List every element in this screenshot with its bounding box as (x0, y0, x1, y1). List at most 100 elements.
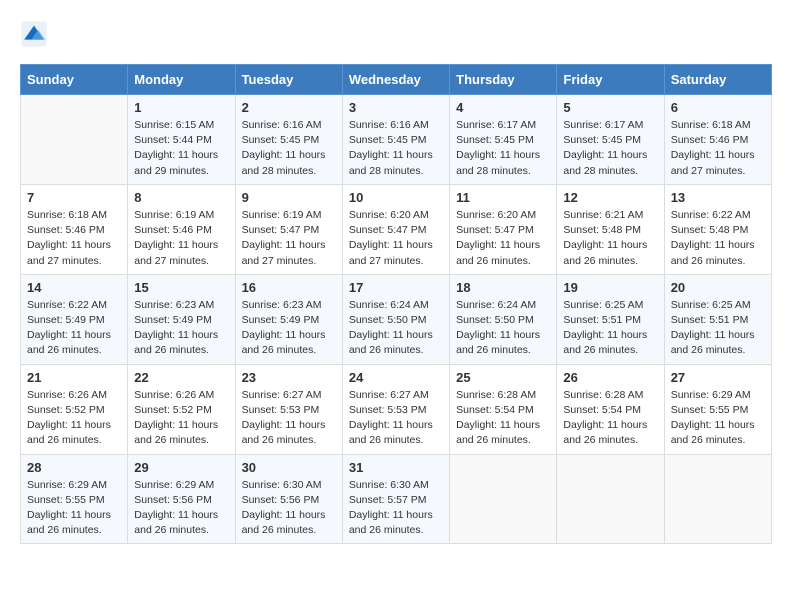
day-number: 6 (671, 100, 765, 115)
calendar-cell: 13 Sunrise: 6:22 AMSunset: 5:48 PMDayligh… (664, 184, 771, 274)
calendar-cell: 29 Sunrise: 6:29 AMSunset: 5:56 PMDayligh… (128, 454, 235, 544)
calendar-cell: 1 Sunrise: 6:15 AMSunset: 5:44 PMDaylight… (128, 95, 235, 185)
day-number: 30 (242, 460, 336, 475)
calendar-week-row: 21 Sunrise: 6:26 AMSunset: 5:52 PMDayligh… (21, 364, 772, 454)
cell-info: Sunrise: 6:29 AMSunset: 5:56 PMDaylight:… (134, 478, 228, 539)
day-number: 31 (349, 460, 443, 475)
cell-info: Sunrise: 6:29 AMSunset: 5:55 PMDaylight:… (671, 388, 765, 449)
calendar-cell: 28 Sunrise: 6:29 AMSunset: 5:55 PMDayligh… (21, 454, 128, 544)
day-header-saturday: Saturday (664, 65, 771, 95)
cell-info: Sunrise: 6:22 AMSunset: 5:48 PMDaylight:… (671, 208, 765, 269)
calendar-week-row: 7 Sunrise: 6:18 AMSunset: 5:46 PMDaylight… (21, 184, 772, 274)
day-number: 26 (563, 370, 657, 385)
calendar-cell: 5 Sunrise: 6:17 AMSunset: 5:45 PMDaylight… (557, 95, 664, 185)
calendar-cell: 31 Sunrise: 6:30 AMSunset: 5:57 PMDayligh… (342, 454, 449, 544)
cell-info: Sunrise: 6:18 AMSunset: 5:46 PMDaylight:… (27, 208, 121, 269)
day-number: 13 (671, 190, 765, 205)
cell-info: Sunrise: 6:18 AMSunset: 5:46 PMDaylight:… (671, 118, 765, 179)
day-number: 5 (563, 100, 657, 115)
cell-info: Sunrise: 6:27 AMSunset: 5:53 PMDaylight:… (242, 388, 336, 449)
day-number: 1 (134, 100, 228, 115)
calendar-cell: 24 Sunrise: 6:27 AMSunset: 5:53 PMDayligh… (342, 364, 449, 454)
cell-info: Sunrise: 6:24 AMSunset: 5:50 PMDaylight:… (456, 298, 550, 359)
cell-info: Sunrise: 6:16 AMSunset: 5:45 PMDaylight:… (242, 118, 336, 179)
logo (20, 20, 52, 48)
day-number: 28 (27, 460, 121, 475)
cell-info: Sunrise: 6:28 AMSunset: 5:54 PMDaylight:… (456, 388, 550, 449)
calendar-cell: 3Sunrise: 6:16 AMSunset: 5:45 PMDaylight… (342, 95, 449, 185)
cell-info: Sunrise: 6:30 AMSunset: 5:57 PMDaylight:… (349, 478, 443, 539)
calendar-cell: 8 Sunrise: 6:19 AMSunset: 5:46 PMDaylight… (128, 184, 235, 274)
day-header-thursday: Thursday (450, 65, 557, 95)
calendar-cell: 20 Sunrise: 6:25 AMSunset: 5:51 PMDayligh… (664, 274, 771, 364)
calendar-cell: 23Sunrise: 6:27 AMSunset: 5:53 PMDayligh… (235, 364, 342, 454)
calendar-cell: 17 Sunrise: 6:24 AMSunset: 5:50 PMDayligh… (342, 274, 449, 364)
logo-icon (20, 20, 48, 48)
calendar-week-row: 14 Sunrise: 6:22 AMSunset: 5:49 PMDayligh… (21, 274, 772, 364)
calendar-cell: 14 Sunrise: 6:22 AMSunset: 5:49 PMDayligh… (21, 274, 128, 364)
calendar-cell: 18 Sunrise: 6:24 AMSunset: 5:50 PMDayligh… (450, 274, 557, 364)
calendar-cell (664, 454, 771, 544)
calendar-cell: 10 Sunrise: 6:20 AMSunset: 5:47 PMDayligh… (342, 184, 449, 274)
cell-info: Sunrise: 6:23 AMSunset: 5:49 PMDaylight:… (242, 298, 336, 359)
calendar-cell: 22 Sunrise: 6:26 AMSunset: 5:52 PMDayligh… (128, 364, 235, 454)
day-number: 4 (456, 100, 550, 115)
cell-info: Sunrise: 6:23 AMSunset: 5:49 PMDaylight:… (134, 298, 228, 359)
cell-info: Sunrise: 6:19 AMSunset: 5:47 PMDaylight:… (242, 208, 336, 269)
day-number: 14 (27, 280, 121, 295)
day-number: 9 (242, 190, 336, 205)
day-number: 8 (134, 190, 228, 205)
calendar-cell: 30 Sunrise: 6:30 AMSunset: 5:56 PMDayligh… (235, 454, 342, 544)
calendar-header-row: SundayMondayTuesdayWednesdayThursdayFrid… (21, 65, 772, 95)
day-header-sunday: Sunday (21, 65, 128, 95)
day-header-monday: Monday (128, 65, 235, 95)
cell-info: Sunrise: 6:24 AMSunset: 5:50 PMDaylight:… (349, 298, 443, 359)
calendar-cell: 25 Sunrise: 6:28 AMSunset: 5:54 PMDayligh… (450, 364, 557, 454)
calendar-cell: 7 Sunrise: 6:18 AMSunset: 5:46 PMDaylight… (21, 184, 128, 274)
day-number: 10 (349, 190, 443, 205)
calendar-cell: 11 Sunrise: 6:20 AMSunset: 5:47 PMDayligh… (450, 184, 557, 274)
calendar-cell: 4 Sunrise: 6:17 AMSunset: 5:45 PMDaylight… (450, 95, 557, 185)
calendar-cell: 15 Sunrise: 6:23 AMSunset: 5:49 PMDayligh… (128, 274, 235, 364)
cell-info: Sunrise: 6:16 AMSunset: 5:45 PMDaylight:… (349, 118, 443, 179)
cell-info: Sunrise: 6:30 AMSunset: 5:56 PMDaylight:… (242, 478, 336, 539)
cell-info: Sunrise: 6:22 AMSunset: 5:49 PMDaylight:… (27, 298, 121, 359)
cell-info: Sunrise: 6:25 AMSunset: 5:51 PMDaylight:… (671, 298, 765, 359)
calendar-cell (450, 454, 557, 544)
day-header-tuesday: Tuesday (235, 65, 342, 95)
calendar-cell (21, 95, 128, 185)
day-number: 29 (134, 460, 228, 475)
page-header (20, 20, 772, 48)
day-number: 25 (456, 370, 550, 385)
cell-info: Sunrise: 6:20 AMSunset: 5:47 PMDaylight:… (456, 208, 550, 269)
day-number: 18 (456, 280, 550, 295)
cell-info: Sunrise: 6:19 AMSunset: 5:46 PMDaylight:… (134, 208, 228, 269)
day-number: 17 (349, 280, 443, 295)
day-number: 22 (134, 370, 228, 385)
day-number: 20 (671, 280, 765, 295)
cell-info: Sunrise: 6:27 AMSunset: 5:53 PMDaylight:… (349, 388, 443, 449)
cell-info: Sunrise: 6:21 AMSunset: 5:48 PMDaylight:… (563, 208, 657, 269)
calendar-cell: 21Sunrise: 6:26 AMSunset: 5:52 PMDayligh… (21, 364, 128, 454)
day-number: 7 (27, 190, 121, 205)
day-number: 11 (456, 190, 550, 205)
calendar-cell (557, 454, 664, 544)
day-number: 21 (27, 370, 121, 385)
cell-info: Sunrise: 6:26 AMSunset: 5:52 PMDaylight:… (134, 388, 228, 449)
cell-info: Sunrise: 6:17 AMSunset: 5:45 PMDaylight:… (456, 118, 550, 179)
calendar-week-row: 1 Sunrise: 6:15 AMSunset: 5:44 PMDaylight… (21, 95, 772, 185)
cell-info: Sunrise: 6:15 AMSunset: 5:44 PMDaylight:… (134, 118, 228, 179)
calendar-cell: 2Sunrise: 6:16 AMSunset: 5:45 PMDaylight… (235, 95, 342, 185)
day-number: 24 (349, 370, 443, 385)
calendar-cell: 9 Sunrise: 6:19 AMSunset: 5:47 PMDaylight… (235, 184, 342, 274)
day-number: 15 (134, 280, 228, 295)
calendar-week-row: 28 Sunrise: 6:29 AMSunset: 5:55 PMDayligh… (21, 454, 772, 544)
calendar-cell: 12 Sunrise: 6:21 AMSunset: 5:48 PMDayligh… (557, 184, 664, 274)
day-number: 27 (671, 370, 765, 385)
cell-info: Sunrise: 6:20 AMSunset: 5:47 PMDaylight:… (349, 208, 443, 269)
calendar-table: SundayMondayTuesdayWednesdayThursdayFrid… (20, 64, 772, 544)
calendar-cell: 26Sunrise: 6:28 AMSunset: 5:54 PMDayligh… (557, 364, 664, 454)
day-number: 12 (563, 190, 657, 205)
cell-info: Sunrise: 6:29 AMSunset: 5:55 PMDaylight:… (27, 478, 121, 539)
cell-info: Sunrise: 6:17 AMSunset: 5:45 PMDaylight:… (563, 118, 657, 179)
